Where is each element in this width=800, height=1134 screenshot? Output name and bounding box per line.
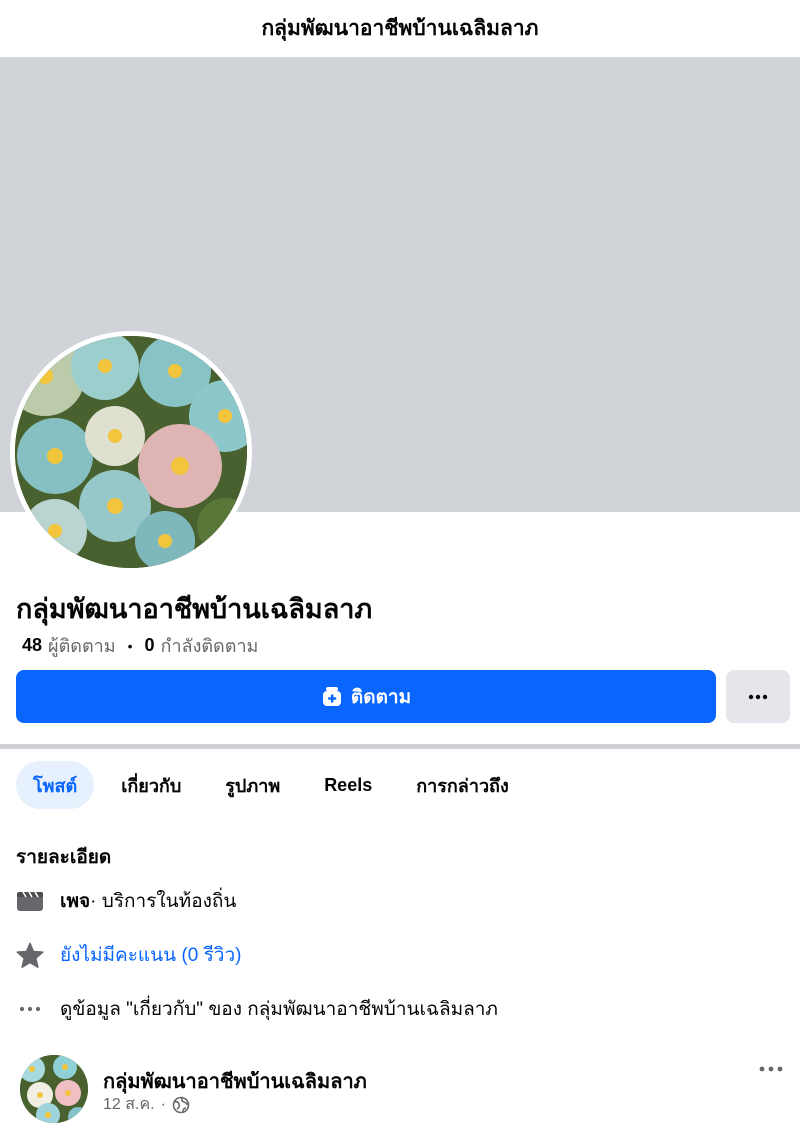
post-meta-separator: · xyxy=(160,1095,166,1113)
followers-label: ผู้ติดตาม xyxy=(48,636,116,656)
following-count: 0 xyxy=(144,635,155,655)
page-name: กลุ่มพัฒนาอาชีพบ้านเฉลิมลาภ xyxy=(16,594,373,624)
follow-button-label: ติดตาม xyxy=(350,686,412,708)
ellipsis-icon xyxy=(16,995,44,1023)
post-author-avatar[interactable] xyxy=(20,1055,88,1123)
profile-tabs: โพสต์ เกี่ยวกับ รูปภาพ Reels การกล่าวถึง xyxy=(16,761,536,809)
following-label: กำลังติดตาม xyxy=(160,636,259,656)
page-category: · บริการในท้องถิ่น xyxy=(90,891,237,912)
tab-reels[interactable]: Reels xyxy=(307,761,389,809)
details-heading: รายละเอียด xyxy=(16,847,112,868)
post-header: กลุ่มพัฒนาอาชีพบ้านเฉลิมลาภ 12 ส.ค. · xyxy=(20,1055,800,1134)
followers-count: 48 xyxy=(22,635,43,655)
profile-picture-image xyxy=(15,336,247,568)
follow-icon xyxy=(322,686,341,706)
post-meta: 12 ส.ค. · xyxy=(103,1092,190,1117)
section-divider xyxy=(0,744,800,749)
ellipsis-icon xyxy=(748,694,768,699)
tab-mentions[interactable]: การกล่าวถึง xyxy=(399,761,526,809)
profile-picture[interactable] xyxy=(10,331,252,573)
page-type-row: เพจ · บริการในท้องถิ่น xyxy=(16,886,236,916)
tab-posts[interactable]: โพสต์ xyxy=(16,761,95,809)
top-bar-title: กลุ่มพัฒนาอาชีพบ้านเฉลิมลาภ xyxy=(261,16,539,40)
follow-button[interactable]: ติดตาม xyxy=(16,670,716,723)
post-date[interactable]: 12 ส.ค. xyxy=(103,1092,155,1117)
rating-row[interactable]: ยังไม่มีคะแนน (0 รีวิว) xyxy=(16,940,241,970)
tab-about[interactable]: เกี่ยวกับ xyxy=(104,761,198,809)
top-bar: กลุ่มพัฒนาอาชีพบ้านเฉลิมลาภ xyxy=(0,0,800,56)
page-flag-icon xyxy=(16,887,44,915)
post-more-options-icon[interactable] xyxy=(758,1063,784,1075)
more-options-button[interactable] xyxy=(726,670,790,723)
star-icon xyxy=(16,941,44,969)
follow-stats[interactable]: 48 ผู้ติดตาม • 0 กำลังติดตาม xyxy=(22,631,258,660)
tab-photos[interactable]: รูปภาพ xyxy=(208,761,297,809)
stats-separator: • xyxy=(127,637,133,654)
see-about-row[interactable]: ดูข้อมูล "เกี่ยวกับ" ของ กลุ่มพัฒนาอาชีพ… xyxy=(16,994,498,1024)
see-about-link[interactable]: ดูข้อมูล "เกี่ยวกับ" ของ กลุ่มพัฒนาอาชีพ… xyxy=(60,994,498,1024)
globe-icon xyxy=(172,1096,190,1113)
page-type-label: เพจ xyxy=(60,891,91,912)
rating-link[interactable]: ยังไม่มีคะแนน (0 รีวิว) xyxy=(60,940,241,970)
